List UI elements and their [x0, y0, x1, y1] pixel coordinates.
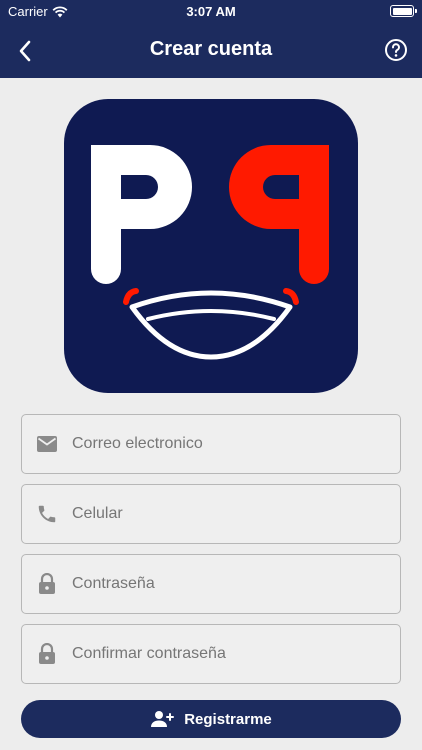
logo-letter-p-white [91, 145, 192, 284]
help-button[interactable] [384, 38, 408, 62]
phone-field[interactable] [21, 484, 401, 544]
register-button-label: Registrarme [184, 710, 272, 728]
password-input[interactable] [70, 555, 400, 613]
lock-icon [22, 624, 70, 684]
status-bar: Carrier 3:07 AM [0, 0, 422, 24]
status-time: 3:07 AM [186, 4, 236, 19]
page-title: Crear cuenta [149, 38, 273, 60]
logo-letter-p-red [229, 145, 329, 284]
help-circle-icon [385, 39, 407, 61]
register-button[interactable]: Registrarme [21, 700, 401, 738]
email-input[interactable] [70, 415, 400, 473]
confirm-password-input[interactable] [70, 625, 400, 683]
add-user-icon [151, 711, 175, 727]
navigation-bar: Crear cuenta [0, 24, 422, 78]
confirm-password-field[interactable] [21, 624, 401, 684]
logo-mark [91, 145, 329, 360]
phone-icon [22, 484, 70, 544]
lock-icon [22, 554, 70, 614]
phone-input[interactable] [70, 485, 400, 543]
email-icon [22, 414, 70, 474]
email-field[interactable] [21, 414, 401, 474]
password-field[interactable] [21, 554, 401, 614]
battery-icon [390, 5, 417, 17]
app-logo [64, 99, 358, 393]
logo-smile [123, 288, 299, 360]
